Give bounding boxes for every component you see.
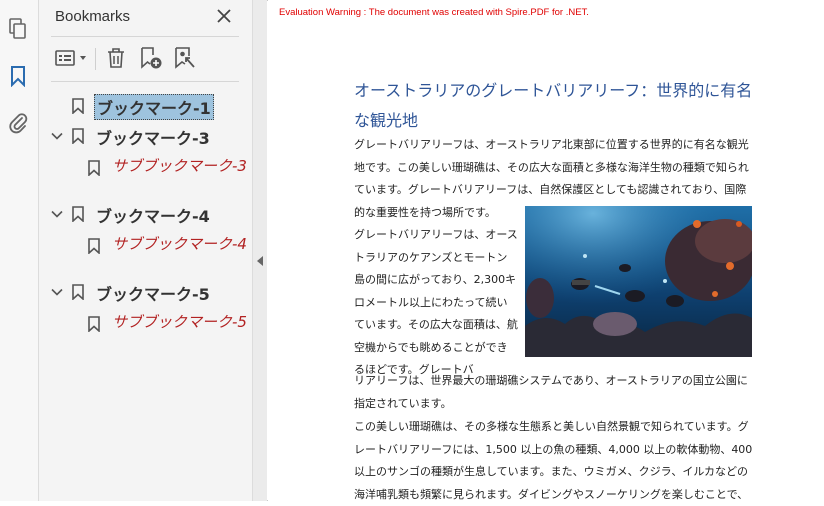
bookmarks-panel: Bookmarks ブックマーク-1 ブックマーク-3 サブブックマーク-3 ブ… (39, 0, 253, 501)
document-heading: オーストラリアのグレートバリアリーフ：世界的に有名な観光地 (354, 81, 753, 130)
bookmark-toolbar (51, 44, 241, 74)
navigation-strip (0, 0, 39, 501)
document-view[interactable]: Evaluation Warning : The document was cr… (268, 0, 824, 501)
chevron-down-icon[interactable] (51, 208, 63, 220)
new-bookmark-icon[interactable] (137, 44, 165, 72)
bookmark-item-3[interactable]: ブックマーク-3 (39, 122, 252, 150)
chevron-down-icon[interactable] (51, 130, 63, 142)
reef-photo (525, 206, 752, 357)
bookmark-label[interactable]: ブックマーク-5 (96, 281, 210, 305)
paragraph-3: この美しい珊瑚礁は、その多様な生態系と美しい自然景観で知られています。グレートバ… (354, 420, 753, 501)
options-menu-button[interactable] (53, 44, 91, 72)
bookmark-properties-icon[interactable] (171, 44, 199, 72)
paragraph-2-wrapped: グレートバリアリーフは、オーストラリアのケアンズとモートン島の間に広がっており、… (354, 228, 518, 376)
attachment-icon[interactable] (5, 110, 31, 136)
chevron-down-icon[interactable] (51, 286, 63, 298)
paragraph-2-rest: リアリーフは、世界最大の珊瑚礁システムであり、オーストラリアの国立公園に指定され… (354, 374, 748, 410)
bookmark-item-1[interactable]: ブックマーク-1 (39, 92, 252, 120)
bookmark-label[interactable]: ブックマーク-3 (96, 125, 210, 149)
panel-splitter[interactable] (253, 0, 267, 501)
sub-bookmark-label[interactable]: サブブックマーク-5 (112, 312, 252, 333)
bookmark-icon (88, 160, 100, 176)
bookmark-icon (88, 238, 100, 254)
collapse-left-icon[interactable] (256, 255, 264, 267)
sub-bookmark-label[interactable]: サブブックマーク-3 (112, 156, 252, 177)
bookmark-icon (72, 284, 84, 300)
bookmark-icon (72, 206, 84, 222)
close-icon[interactable] (214, 6, 234, 26)
panel-title: Bookmarks (55, 8, 131, 25)
bookmark-icon (72, 98, 84, 114)
divider (51, 36, 239, 37)
sub-bookmark-item-5[interactable]: サブブックマーク-5 (39, 312, 252, 356)
sub-bookmark-label[interactable]: サブブックマーク-4 (112, 234, 252, 255)
bookmark-label[interactable]: ブックマーク-4 (96, 203, 210, 227)
bookmark-item-4[interactable]: ブックマーク-4 (39, 200, 252, 228)
evaluation-warning: Evaluation Warning : The document was cr… (279, 7, 589, 18)
delete-icon[interactable] (103, 44, 129, 72)
bookmark-item-5[interactable]: ブックマーク-5 (39, 278, 252, 306)
bookmark-icon (72, 128, 84, 144)
pages-icon[interactable] (5, 16, 31, 42)
bookmark-panel-icon[interactable] (5, 63, 31, 89)
sub-bookmark-item-4[interactable]: サブブックマーク-4 (39, 234, 252, 278)
sub-bookmark-item-3[interactable]: サブブックマーク-3 (39, 156, 252, 200)
divider (51, 81, 239, 82)
toolbar-separator (95, 48, 96, 70)
bookmark-label[interactable]: ブックマーク-1 (94, 94, 214, 120)
bookmark-icon (88, 316, 100, 332)
